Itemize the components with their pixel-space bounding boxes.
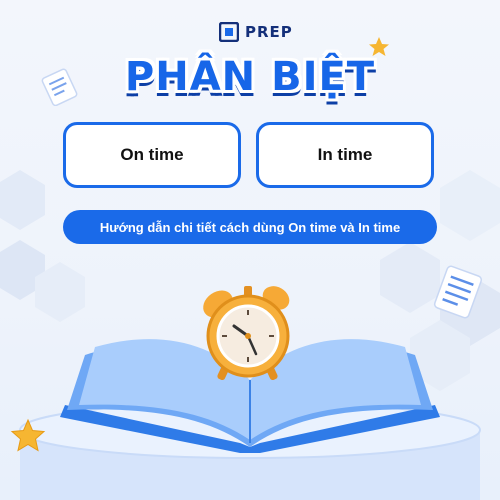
- option-card-on-time: On time: [63, 122, 241, 188]
- infographic-canvas: PREP PHÂN BIỆT On time In time Hướng dẫn…: [0, 0, 500, 500]
- option-label: On time: [120, 145, 184, 164]
- document-icon: [433, 265, 483, 319]
- brand-name: PREP: [245, 23, 293, 41]
- subtitle-text: Hướng dẫn chi tiết cách dùng On time và …: [99, 219, 401, 235]
- prep-logo-icon: [219, 22, 239, 42]
- alarm-clock-illustration: [203, 286, 290, 381]
- option-card-in-time: In time: [256, 122, 434, 188]
- option-label: In time: [317, 145, 373, 164]
- subtitle-banner: Hướng dẫn chi tiết cách dùng On time và …: [63, 210, 437, 244]
- star-icon: [10, 418, 46, 452]
- page-title: PHÂN BIỆT: [124, 54, 376, 100]
- prep-logo: PREP: [219, 20, 293, 44]
